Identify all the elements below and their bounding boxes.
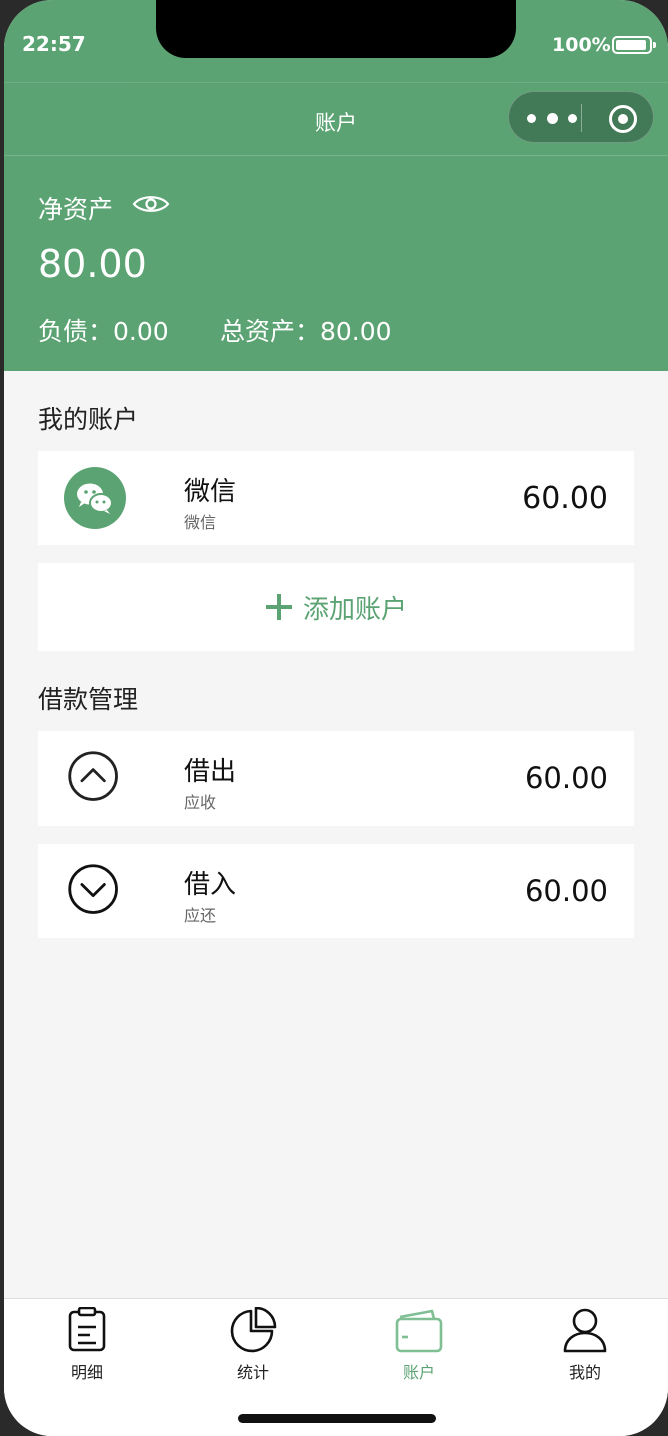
pie-chart-icon — [230, 1307, 277, 1353]
chevron-down-circle-icon — [68, 864, 118, 914]
plus-icon — [265, 594, 292, 620]
loan-card-borrow[interactable]: 借入 应还 60.00 — [38, 844, 634, 938]
chevron-up-circle-icon — [68, 751, 118, 801]
account-type: 微信 — [184, 513, 217, 532]
loan-sub-borrow: 应还 — [184, 906, 217, 925]
battery-percent: 100% — [552, 34, 611, 56]
mini-program-capsule — [508, 91, 654, 143]
account-card-wechat[interactable]: 微信 微信 60.00 — [38, 451, 634, 545]
phone-screen: 22:57 100% 账户 净资产 80.00 负债：0.00 总资产：80.0… — [4, 0, 668, 1436]
add-account-button[interactable]: 添加账户 — [38, 563, 634, 651]
my-accounts-title: 我的账户 — [38, 405, 139, 434]
loan-management-title: 借款管理 — [38, 685, 139, 714]
tab-accounts[interactable]: 账户 — [364, 1307, 474, 1383]
tab-stats[interactable]: 统计 — [198, 1307, 308, 1383]
more-icon[interactable] — [527, 92, 577, 144]
loan-card-lend[interactable]: 借出 应收 60.00 — [38, 731, 634, 826]
tab-details[interactable]: 明细 — [32, 1307, 142, 1383]
net-assets-value: 80.00 — [38, 242, 147, 286]
total-assets-text: 总资产：80.00 — [220, 317, 392, 346]
eye-icon[interactable] — [132, 192, 170, 216]
assets-summary: 净资产 80.00 负债：0.00 总资产：80.00 — [4, 156, 668, 371]
loan-name-lend: 借出 — [184, 757, 237, 787]
notch — [156, 0, 516, 58]
tab-profile[interactable]: 我的 — [530, 1307, 640, 1383]
add-account-label: 添加账户 — [302, 594, 407, 625]
account-name: 微信 — [184, 477, 237, 507]
wallet-icon — [395, 1309, 443, 1353]
tab-label-accounts: 账户 — [402, 1363, 435, 1382]
loan-sub-lend: 应收 — [184, 793, 217, 812]
tab-label-profile: 我的 — [568, 1363, 601, 1382]
battery-icon — [612, 36, 656, 54]
capsule-divider — [581, 104, 582, 132]
status-bar: 22:57 100% — [4, 0, 668, 82]
wechat-icon — [64, 467, 126, 529]
nav-bar: 账户 — [4, 82, 668, 156]
home-indicator[interactable] — [238, 1414, 436, 1423]
close-target-icon[interactable] — [609, 105, 637, 133]
user-icon — [563, 1308, 607, 1353]
loan-name-borrow: 借入 — [184, 870, 237, 900]
loan-amount-lend: 60.00 — [524, 761, 608, 795]
loan-amount-borrow: 60.00 — [524, 874, 608, 908]
tab-label-details: 明细 — [70, 1363, 103, 1382]
account-amount: 60.00 — [522, 481, 608, 516]
liabilities-text: 负债：0.00 — [38, 317, 169, 346]
status-time: 22:57 — [22, 32, 86, 56]
net-assets-label: 净资产 — [38, 195, 114, 224]
tab-label-stats: 统计 — [236, 1363, 269, 1382]
list-icon — [68, 1307, 106, 1352]
